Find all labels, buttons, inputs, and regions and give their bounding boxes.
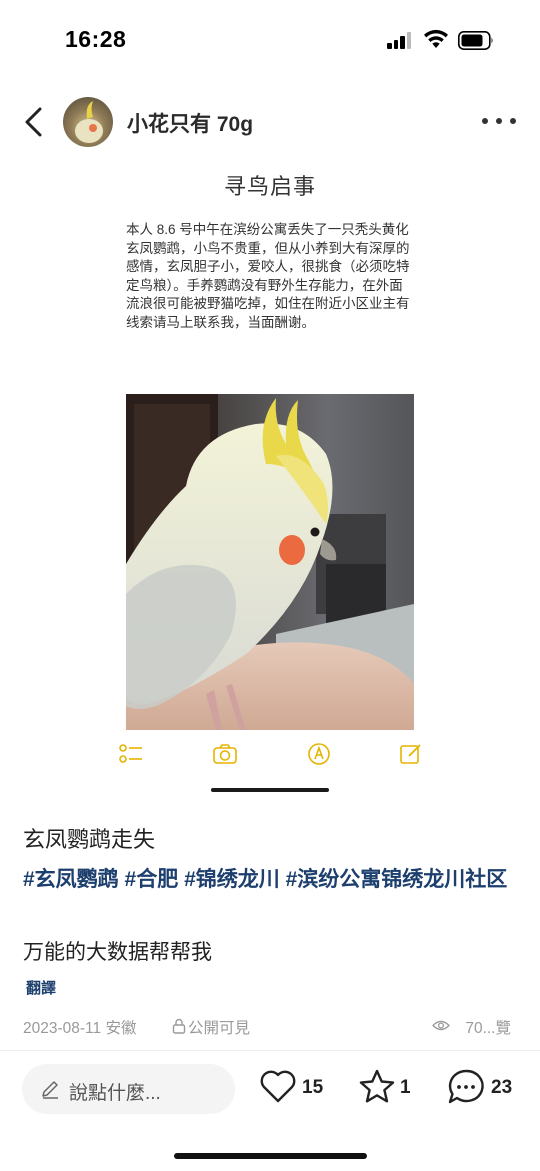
hashtag[interactable]: #滨纷公寓锦绣龙川社区 [286, 868, 508, 891]
status-time: 16:28 [65, 26, 127, 52]
hashtag-list: #玄凤鹦鹉 #合肥 #锦绣龙川 #滨纷公寓锦绣龙川社区 [23, 862, 518, 897]
hashtag[interactable]: #合肥 [125, 868, 179, 891]
author-name[interactable]: 小花只有 70g [127, 108, 253, 138]
speech-bubble-icon [448, 1069, 484, 1104]
back-arrow-icon[interactable] [18, 104, 50, 140]
heart-icon [260, 1070, 296, 1103]
markup-icon [308, 743, 330, 765]
comment-button[interactable]: 23 [447, 1068, 519, 1108]
cockatiel-illustration [126, 394, 414, 730]
more-options-button[interactable] [482, 117, 518, 127]
author-avatar[interactable] [63, 97, 113, 147]
post-header: 小花只有 70g [0, 90, 540, 154]
comment-input[interactable]: 說點什麼... [22, 1064, 235, 1114]
compose-icon [400, 744, 421, 764]
lock-icon [172, 1018, 186, 1034]
comment-count: 23 [491, 1077, 513, 1098]
poster-text: 本人 8.6 号中午在滨纷公寓丢失了一只秃头黄化玄凤鹦鹉，小鸟不贵重，但从小养到… [126, 222, 410, 330]
checklist-icon [119, 744, 142, 763]
favorite-count: 1 [400, 1077, 411, 1098]
like-count: 15 [302, 1077, 324, 1098]
poster-title: 寻鸟启事 [223, 174, 316, 199]
visibility-label: 公開可見 [188, 1020, 251, 1037]
post-image[interactable]: 寻鸟启事 本人 8.6 号中午在滨纷公寓丢失了一只秃头黄化玄凤鹦鹉，小鸟不贵重，… [86, 155, 454, 780]
cockatiel-avatar-image [75, 101, 103, 143]
pen-icon [42, 1081, 58, 1099]
post-description: 万能的大数据帮帮我 [23, 941, 212, 964]
like-button[interactable]: 15 [259, 1068, 329, 1108]
camera-icon [213, 744, 237, 764]
status-bar: 16:28 [0, 0, 540, 80]
divider [0, 1050, 540, 1051]
hashtag[interactable]: #玄凤鹦鹉 [23, 868, 119, 891]
post-date-location: 2023-08-11 安徽 [23, 1020, 137, 1037]
star-icon [359, 1069, 395, 1103]
cockatiel-photo [126, 394, 414, 730]
view-count: 70...覽 [465, 1020, 511, 1037]
cellular-signal-icon [387, 32, 413, 49]
comment-placeholder: 說點什麼... [69, 1083, 161, 1104]
translate-link[interactable]: 翻譯 [26, 977, 56, 998]
hashtag[interactable]: #锦绣龙川 [184, 868, 280, 891]
note-toolbar [114, 735, 426, 775]
wifi-icon [424, 29, 448, 48]
battery-icon [458, 31, 493, 50]
image-page-indicator [211, 788, 329, 792]
post-title: 玄凤鹦鹉走失 [23, 827, 156, 852]
favorite-button[interactable]: 1 [358, 1068, 418, 1108]
post-meta: 2023-08-11 安徽 公開可見 70...覽 [23, 1016, 518, 1038]
home-indicator [174, 1153, 367, 1159]
eye-icon [432, 1020, 450, 1031]
